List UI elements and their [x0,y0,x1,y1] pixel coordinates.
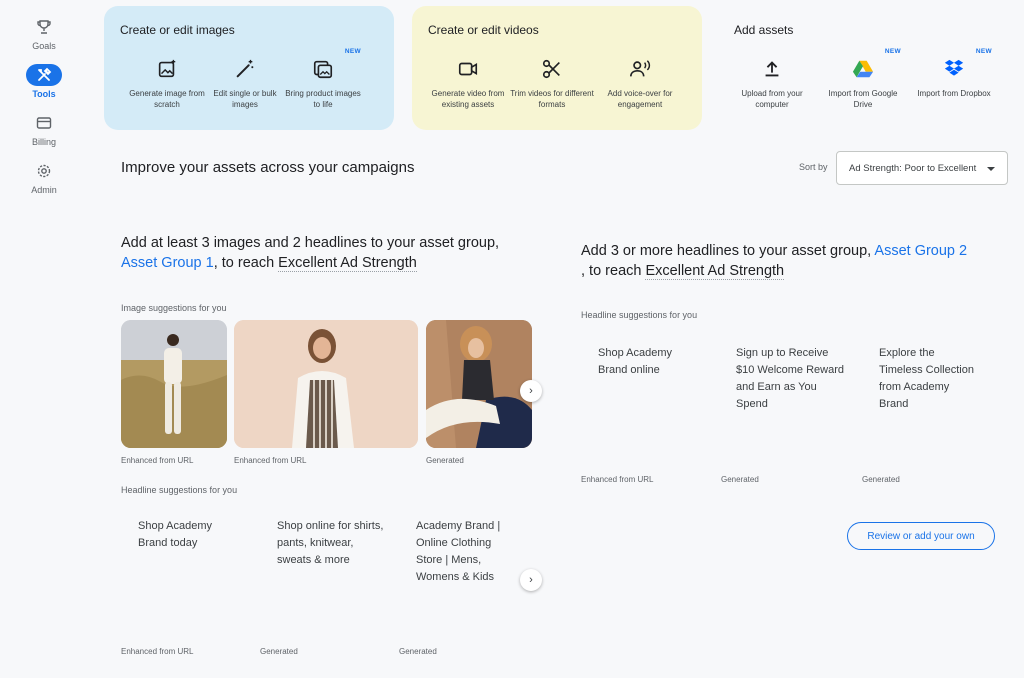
section-title: Improve your assets across your campaign… [121,159,415,176]
add-assets-card: Add assets Upload from your computer NEW… [718,6,1018,130]
rec-prefix: Add 3 or more headlines to your asset gr… [581,243,872,259]
headline-suggestion-3[interactable]: Academy Brand | Online Clothing Store | … [416,518,518,586]
headline-suggestion-2[interactable]: Shop online for shirts, pants, knitwear,… [277,518,387,569]
nav-item-admin[interactable]: Admin [0,160,88,195]
image-suggestion-2[interactable] [234,320,418,448]
image-caption-2: Enhanced from URL [234,456,307,465]
sort-value: Ad Strength: Poor to Excellent [849,162,977,174]
magic-wand-icon [236,59,254,78]
headline-caption-3: Generated [399,647,437,656]
headline-suggestions-label: Headline suggestions for you [581,310,698,320]
animate-product-images-tool[interactable]: NEW Bring product images to life [277,48,369,110]
woman-chair-photo [426,320,532,448]
new-badge: NEW [884,48,901,55]
voice-over-icon [630,60,651,77]
tool-label: Import from Google Drive [828,89,898,109]
import-google-drive-tool[interactable]: NEW Import from Google Drive [817,48,909,110]
headline-suggestion-1[interactable]: Shop Academy Brand today [138,518,238,552]
wrench-screwdriver-icon [26,64,62,86]
upload-icon [765,61,779,77]
tool-label: Bring product images to life [285,89,361,109]
tool-label: Trim videos for different formats [510,89,594,109]
image-suggestion-1[interactable] [121,320,227,448]
gear-icon [26,160,62,182]
nav-label-admin: Admin [31,185,57,195]
image-caption-1: Enhanced from URL [121,456,194,465]
rec-prefix: Add at least 3 images and 2 headlines to… [121,235,500,251]
images-next-button[interactable]: › [520,380,542,402]
trophy-icon [26,16,62,38]
chevron-right-icon: › [529,574,533,586]
trim-videos-tool[interactable]: Trim videos for different formats [506,58,598,110]
video-camera-icon [458,62,478,76]
ad-strength-term[interactable]: Excellent Ad Strength [278,255,417,272]
headline-suggestion-3[interactable]: Explore the Timeless Collection from Aca… [879,345,979,413]
ad-strength-term[interactable]: Excellent Ad Strength [645,263,785,280]
card-title: Add assets [734,23,794,37]
scissors-icon [542,59,560,79]
headline-suggestions-label: Headline suggestions for you [121,485,238,495]
headlines-next-button[interactable]: › [520,569,542,591]
tool-label: Generate image from scratch [129,89,205,109]
nav-label-tools: Tools [32,89,56,99]
card-title: Create or edit images [120,23,235,37]
new-badge: NEW [344,48,361,55]
chevron-right-icon: › [529,385,533,397]
dropbox-icon [944,59,964,76]
tool-label: Generate video from existing assets [431,89,505,109]
tool-label: Import from Dropbox [917,89,991,98]
tool-label: Upload from your computer [741,89,803,109]
import-dropbox-tool[interactable]: NEW Import from Dropbox [908,48,1000,99]
review-or-add-button[interactable]: Review or add your own [847,522,995,550]
rec-mid: , to reach [213,255,279,271]
tool-label: Edit single or bulk images [213,89,277,109]
headline-caption-3: Generated [862,475,900,484]
image-caption-3: Generated [426,456,464,465]
rec-mid: , to reach [581,263,646,279]
new-badge: NEW [975,48,992,55]
sort-dropdown[interactable]: Ad Strength: Poor to Excellent [836,151,1008,185]
asset-group-2-link[interactable]: Asset Group 2 [874,243,967,259]
recommendation-title-2: Add 3 or more headlines to your asset gr… [581,241,1011,281]
woman-cardigan-photo [234,320,418,448]
caret-down-icon [987,167,995,171]
headline-caption-2: Generated [721,475,759,484]
headline-suggestion-2[interactable]: Sign up to Receive $10 Welcome Reward an… [736,345,846,413]
upload-from-computer-tool[interactable]: Upload from your computer [726,58,818,110]
image-suggestions-label: Image suggestions for you [121,303,227,313]
headline-caption-1: Enhanced from URL [121,647,194,656]
nav-label-goals: Goals [32,41,56,51]
card-title: Create or edit videos [428,23,539,37]
sort-label: Sort by [799,162,828,172]
credit-card-icon [26,112,62,134]
nav-item-billing[interactable]: Billing [0,112,88,147]
image-suggestion-3[interactable] [426,320,532,448]
headline-caption-1: Enhanced from URL [581,475,654,484]
create-edit-images-card: Create or edit images Generate image fro… [104,6,394,130]
nav-item-goals[interactable]: Goals [0,16,88,51]
tool-label: Add voice-over for engagement [607,89,673,109]
sidebar: Goals Tools Billing Admin [0,0,88,678]
image-animate-icon [313,60,333,79]
generate-video-tool[interactable]: Generate video from existing assets [422,58,514,110]
create-edit-videos-card: Create or edit videos Generate video fro… [412,6,702,130]
asset-group-1-link[interactable]: Asset Group 1 [121,255,214,271]
google-drive-icon [852,60,874,78]
headline-caption-2: Generated [260,647,298,656]
woman-field-photo [121,320,227,448]
recommendation-title-1: Add at least 3 images and 2 headlines to… [121,233,541,273]
nav-item-tools[interactable]: Tools [0,64,88,99]
headline-suggestion-1[interactable]: Shop Academy Brand online [598,345,698,379]
image-sparkle-icon [158,59,176,78]
nav-label-billing: Billing [31,137,56,147]
voice-over-tool[interactable]: Add voice-over for engagement [594,58,686,110]
